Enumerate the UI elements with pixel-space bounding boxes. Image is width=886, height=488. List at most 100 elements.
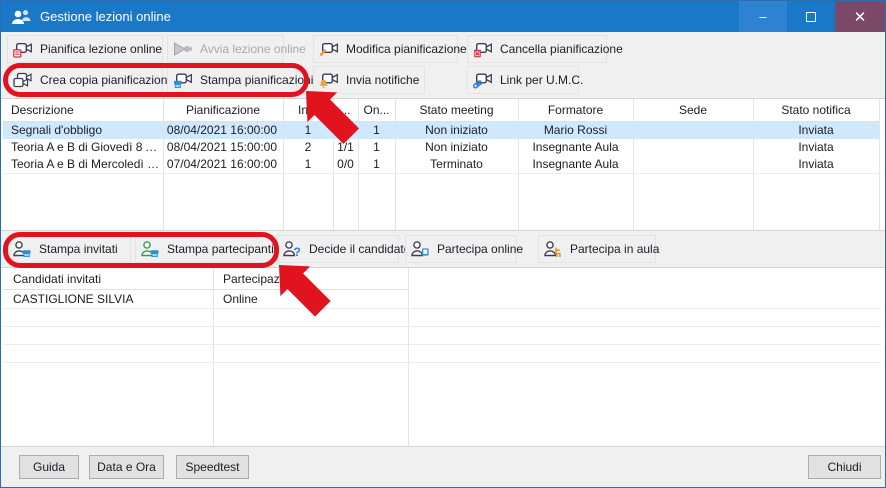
row-line bbox=[3, 344, 881, 345]
toolbar-button-crea-copia-pianificazione[interactable]: Crea copia pianificazione bbox=[7, 66, 163, 94]
table-row[interactable]: Segnali d'obbligo 08/04/2021 16:00:00 1 … bbox=[3, 122, 879, 139]
toolbar-button-label: Partecipa online bbox=[437, 242, 523, 256]
toolbar-button-label: Stampa partecipanti bbox=[167, 242, 274, 256]
cell-invitati: 1 bbox=[283, 156, 333, 173]
column-header-pianificazione[interactable]: Pianificazione bbox=[163, 99, 283, 122]
toolbar-button-pianifica-lezione-online[interactable]: Pianifica lezione online bbox=[7, 35, 163, 63]
cell-descrizione: Teoria A e B di Mercoledì 7 Apr... bbox=[3, 156, 163, 173]
cell-sede bbox=[633, 156, 753, 173]
camera-pencil-icon bbox=[319, 40, 339, 58]
lessons-table: Descrizione Pianificazione In... ... On.… bbox=[3, 99, 883, 230]
toolbar-button-label: Decide il candidato bbox=[309, 242, 410, 256]
cell-descrizione: Segnali d'obbligo bbox=[3, 122, 163, 139]
window: Gestione lezioni online – ✕ Pianifica le… bbox=[0, 0, 886, 488]
data-e-ora-button[interactable]: Data e Ora bbox=[89, 455, 164, 479]
caption-buttons: – ✕ bbox=[739, 1, 885, 32]
column-header-partecipazione[interactable]: Partecipazione... bbox=[213, 268, 408, 290]
column-header-descrizione[interactable]: Descrizione bbox=[3, 99, 163, 122]
footer: Guida Data e Ora Speedtest Chiudi bbox=[1, 446, 885, 487]
camera-copy-icon bbox=[13, 71, 33, 89]
cell-stato-meeting: Non iniziato bbox=[395, 122, 518, 139]
cell-stato-meeting: Non iniziato bbox=[395, 139, 518, 156]
cell-sede bbox=[633, 139, 753, 156]
person-printer-icon bbox=[13, 240, 32, 258]
toolbar-button-label: Link per U.M.C. bbox=[500, 73, 583, 87]
column-header-online[interactable]: On... bbox=[358, 99, 395, 122]
row-line bbox=[3, 308, 881, 309]
cell-stato-notifica: Inviata bbox=[753, 139, 879, 156]
close-icon: ✕ bbox=[854, 8, 867, 26]
cell-partecipanti: 1/1 bbox=[333, 139, 358, 156]
toolbar-button-label: Partecipa in aula bbox=[570, 242, 659, 256]
toolbar-button-stampa-invitati[interactable]: Stampa invitati bbox=[7, 235, 131, 263]
cell-formatore: Insegnante Aula bbox=[518, 156, 633, 173]
speedtest-button[interactable]: Speedtest bbox=[176, 455, 249, 479]
toolbar-button-label: Crea copia pianificazione bbox=[40, 73, 174, 87]
minimize-button[interactable]: – bbox=[739, 1, 787, 32]
svg-text:?: ? bbox=[294, 245, 301, 258]
cell-online: 1 bbox=[358, 156, 395, 173]
camera-schedule-icon bbox=[13, 40, 33, 58]
toolbar-button-cancella-pianificazione[interactable]: Cancella pianificazione bbox=[467, 35, 607, 63]
camera-link-icon bbox=[473, 71, 493, 89]
table-row[interactable]: Teoria A e B di Giovedì 8 Aprile... 08/0… bbox=[3, 139, 879, 156]
table-row[interactable]: Teoria A e B di Mercoledì 7 Apr... 07/04… bbox=[3, 156, 879, 173]
chiudi-button[interactable]: Chiudi bbox=[808, 455, 881, 479]
toolbar-button-partecipa-in-aula[interactable]: Partecipa in aula bbox=[538, 235, 656, 263]
cell-invitati: 2 bbox=[283, 139, 333, 156]
window-title: Gestione lezioni online bbox=[40, 9, 171, 24]
cell-pianificazione: 07/04/2021 16:00:00 bbox=[163, 156, 283, 173]
maximize-icon bbox=[806, 12, 816, 22]
column-header-stato-notifica[interactable]: Stato notifica bbox=[753, 99, 879, 122]
person-chair-icon bbox=[544, 240, 563, 258]
titlebar: Gestione lezioni online – ✕ bbox=[1, 1, 885, 32]
toolbar-button-label: Modifica pianificazione bbox=[346, 42, 467, 56]
cell-online: 1 bbox=[358, 139, 395, 156]
toolbar-button-invia-notifiche[interactable]: Invia notifiche bbox=[313, 66, 425, 94]
cell-invitati: 1 bbox=[283, 122, 333, 139]
column-header-sede[interactable]: Sede bbox=[633, 99, 753, 122]
cell-online: 1 bbox=[358, 122, 395, 139]
cell-pianificazione: 08/04/2021 15:00:00 bbox=[163, 139, 283, 156]
person-screen-icon bbox=[411, 240, 430, 258]
maximize-button[interactable] bbox=[787, 1, 835, 32]
grid-line bbox=[879, 99, 880, 230]
play-camera-icon bbox=[173, 40, 193, 58]
toolbar-button-label: Stampa invitati bbox=[39, 242, 118, 256]
toolbar-button-partecipa-online[interactable]: Partecipa online bbox=[405, 235, 517, 263]
toolbar-button-label: Stampa pianificazioni bbox=[200, 73, 313, 87]
cell-partecipanti: 0/0 bbox=[333, 156, 358, 173]
toolbar-button-link-per-umc[interactable]: Link per U.M.C. bbox=[467, 66, 579, 94]
column-header-partecipanti[interactable]: ... bbox=[333, 99, 358, 122]
column-header-formatore[interactable]: Formatore bbox=[518, 99, 633, 122]
column-header-invitati[interactable]: In... bbox=[283, 99, 333, 122]
toolbar-button-label: Invia notifiche bbox=[346, 73, 419, 87]
toolbar-button-modifica-pianificazione[interactable]: Modifica pianificazione bbox=[313, 35, 458, 63]
cell-pianificazione: 08/04/2021 16:00:00 bbox=[163, 122, 283, 139]
toolbar-button-label: Avvia lezione online bbox=[200, 42, 306, 56]
participants-table: Candidati invitati Partecipazione... CAS… bbox=[3, 268, 883, 446]
guida-button[interactable]: Guida bbox=[19, 455, 79, 479]
cell-partecipazione: Online bbox=[213, 290, 408, 308]
toolbar-button-label: Pianifica lezione online bbox=[40, 42, 162, 56]
column-header-candidati-invitati[interactable]: Candidati invitati bbox=[3, 268, 213, 290]
toolbar-button-decide-il-candidato[interactable]: ? Decide il candidato bbox=[277, 235, 399, 263]
cell-descrizione: Teoria A e B di Giovedì 8 Aprile... bbox=[3, 139, 163, 156]
table-row[interactable]: CASTIGLIONE SILVIA Online bbox=[3, 290, 879, 308]
toolbar-button-stampa-partecipanti[interactable]: Stampa partecipanti bbox=[135, 235, 273, 263]
cell-stato-notifica: Inviata bbox=[753, 122, 879, 139]
people-app-icon bbox=[10, 8, 32, 26]
cell-sede bbox=[633, 122, 753, 139]
toolbar-button-stampa-pianificazioni[interactable]: Stampa pianificazioni bbox=[167, 66, 297, 94]
close-button[interactable]: ✕ bbox=[835, 1, 885, 32]
camera-bell-icon bbox=[319, 71, 339, 89]
row-line bbox=[3, 326, 881, 327]
column-header-stato-meeting[interactable]: Stato meeting bbox=[395, 99, 518, 122]
toolbar-button-avvia-lezione-online: Avvia lezione online bbox=[167, 35, 284, 63]
camera-printer-icon bbox=[173, 71, 193, 89]
cell-stato-notifica: Inviata bbox=[753, 156, 879, 173]
person-question-icon: ? bbox=[283, 240, 302, 258]
person-green-printer-icon bbox=[141, 240, 160, 258]
cell-stato-meeting: Terminato bbox=[395, 156, 518, 173]
row-line bbox=[3, 362, 881, 363]
